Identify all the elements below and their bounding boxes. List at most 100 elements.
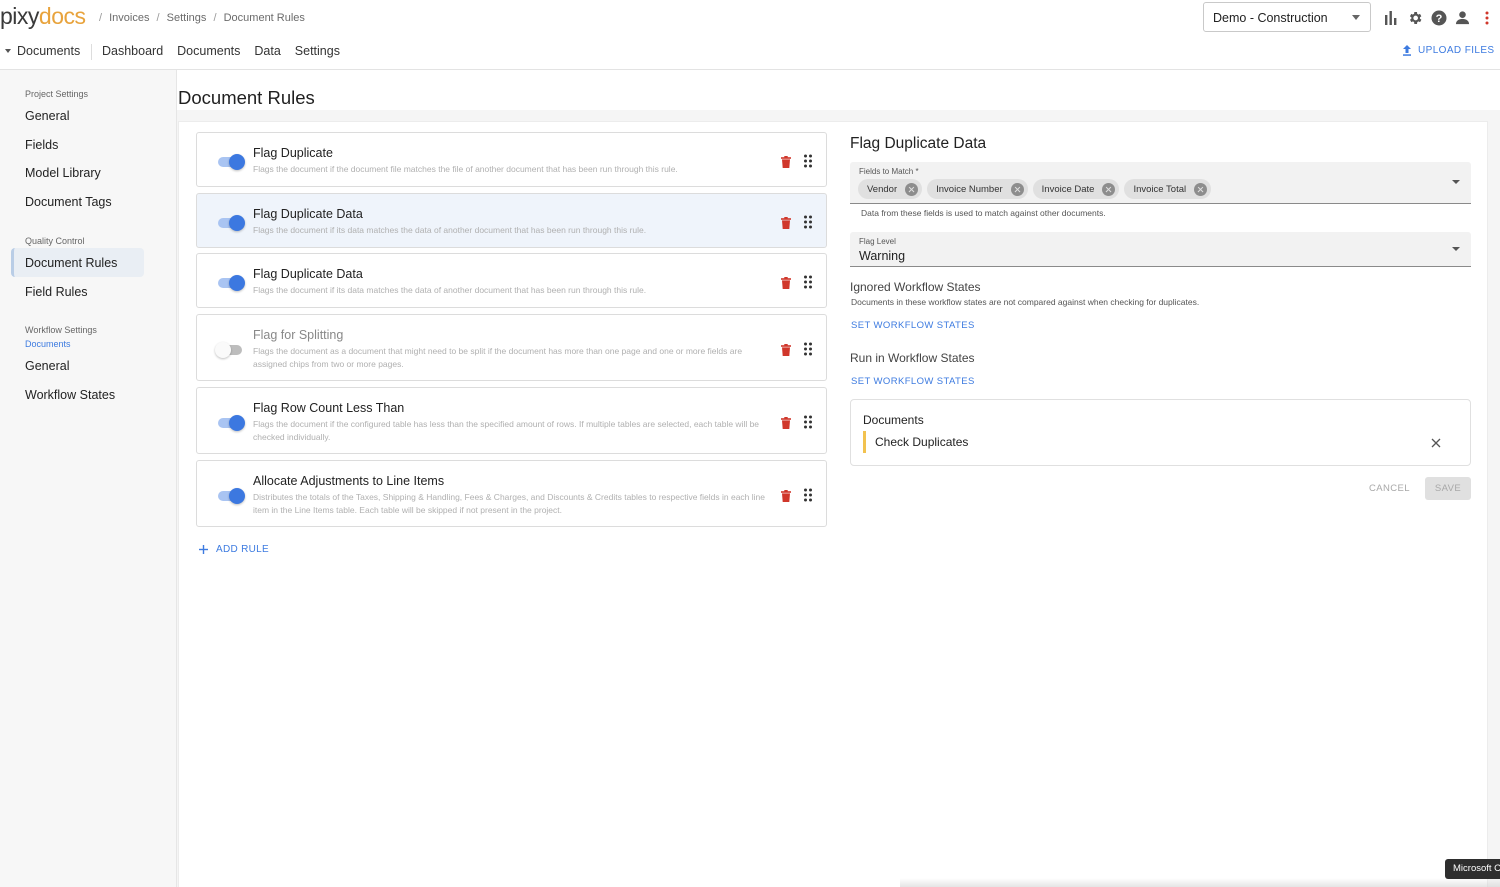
- sidebar-workflow-documents-link[interactable]: Documents: [25, 339, 71, 349]
- rule-description: Flags the document if the document file …: [253, 164, 678, 174]
- rule-title: Flag for Splitting: [253, 328, 344, 342]
- drag-handle-icon[interactable]: [803, 275, 813, 289]
- top-bar: pixydocs / Invoices / Settings / Documen…: [0, 0, 1500, 36]
- close-icon[interactable]: [1431, 435, 1443, 448]
- states-card-title: Documents: [863, 413, 924, 427]
- delete-icon[interactable]: [781, 416, 791, 429]
- sidebar-item-document-tags[interactable]: Document Tags: [25, 195, 112, 209]
- cancel-circle-icon[interactable]: [1194, 182, 1208, 196]
- sidebar-item-workflow-general[interactable]: General: [25, 359, 69, 373]
- pixydocs-logo[interactable]: pixydocs: [0, 3, 86, 30]
- flag-level-select[interactable]: Flag Level Warning: [850, 232, 1471, 267]
- drag-handle-icon[interactable]: [803, 488, 813, 502]
- rule-toggle[interactable]: [216, 154, 245, 170]
- logo-text-docs: docs: [38, 3, 86, 29]
- delete-icon[interactable]: [781, 216, 791, 229]
- rule-toggle[interactable]: [216, 415, 245, 431]
- user-icon[interactable]: [1454, 9, 1471, 26]
- rule-card[interactable]: Flag for Splitting Flags the document as …: [196, 314, 827, 381]
- sidebar-item-general[interactable]: General: [25, 109, 69, 123]
- sidebar-item-document-rules[interactable]: Document Rules: [25, 256, 117, 270]
- nav-bar: Documents Dashboard Documents Data Setti…: [0, 36, 1500, 70]
- rule-card[interactable]: Flag Duplicate Data Flags the document if…: [196, 253, 827, 308]
- chevron-down-icon: [1452, 247, 1460, 251]
- rule-card[interactable]: Flag Duplicate Flags the document if the …: [196, 132, 827, 187]
- toggle-knob: [229, 275, 245, 291]
- rule-toggle[interactable]: [216, 275, 245, 291]
- sidebar-item-fields[interactable]: Fields: [25, 138, 58, 152]
- breadcrumb-settings[interactable]: Settings: [167, 12, 207, 24]
- sidebar-section-workflow-settings: Workflow Settings: [25, 325, 97, 335]
- set-ignored-states-button[interactable]: SET WORKFLOW STATES: [851, 320, 975, 331]
- nav-data[interactable]: Data: [254, 44, 280, 58]
- toggle-knob: [215, 342, 231, 358]
- rule-card[interactable]: Flag Duplicate Data Flags the document if…: [196, 193, 827, 248]
- delete-icon[interactable]: [781, 155, 791, 168]
- nav-dashboard[interactable]: Dashboard: [102, 44, 163, 58]
- rule-toggle[interactable]: [216, 215, 245, 231]
- run-states-title: Run in Workflow States: [850, 351, 975, 365]
- breadcrumb-separator: /: [99, 12, 103, 24]
- delete-icon[interactable]: [781, 276, 791, 289]
- delete-icon[interactable]: [781, 489, 791, 502]
- sidebar-item-field-rules[interactable]: Field Rules: [25, 285, 88, 299]
- drag-handle-icon[interactable]: [803, 215, 813, 229]
- documents-dropdown[interactable]: Documents: [5, 44, 80, 58]
- save-button[interactable]: SAVE: [1425, 477, 1471, 500]
- top-icons: ?: [1382, 9, 1495, 26]
- cancel-circle-icon[interactable]: [1010, 182, 1024, 196]
- ignored-states-desc: Documents in these workflow states are n…: [851, 297, 1200, 307]
- page-title: Document Rules: [178, 87, 315, 108]
- fields-to-match-select[interactable]: Fields to Match * Vendor Invoice Number …: [850, 162, 1471, 204]
- rule-description: Flags the document as a document that mi…: [253, 346, 743, 369]
- rule-description: Flags the document if the configured tab…: [253, 419, 760, 442]
- toggle-knob: [229, 154, 245, 170]
- drag-handle-icon[interactable]: [803, 415, 813, 429]
- documents-dropdown-label: Documents: [17, 44, 81, 58]
- sidebar-item-workflow-states[interactable]: Workflow States: [25, 388, 115, 402]
- chip-vendor: Vendor: [858, 179, 923, 199]
- ignored-states-title: Ignored Workflow States: [850, 280, 981, 294]
- cancel-circle-icon[interactable]: [1102, 182, 1116, 196]
- sidebar-item-model-library[interactable]: Model Library: [25, 166, 101, 180]
- breadcrumb-invoices[interactable]: Invoices: [109, 12, 149, 24]
- rule-toggle[interactable]: [215, 342, 244, 358]
- more-vert-icon[interactable]: [1478, 9, 1495, 26]
- flag-level-label: Flag Level: [859, 237, 896, 246]
- bar-chart-icon[interactable]: [1382, 9, 1399, 26]
- rule-card[interactable]: Allocate Adjustments to Line Items Distri…: [196, 460, 827, 527]
- project-select[interactable]: Demo - Construction: [1203, 2, 1371, 32]
- upload-files-button[interactable]: UPLOAD FILES: [1402, 45, 1495, 56]
- rule-description: Distributes the totals of the Taxes, Shi…: [253, 492, 766, 515]
- nav-settings[interactable]: Settings: [295, 44, 340, 58]
- breadcrumb-separator: /: [213, 12, 217, 24]
- cancel-circle-icon[interactable]: [905, 182, 919, 196]
- cancel-button[interactable]: CANCEL: [1369, 483, 1410, 494]
- chip-invoice-number: Invoice Number: [927, 179, 1028, 199]
- rule-detail-title: Flag Duplicate Data: [850, 135, 987, 152]
- plus-icon: [199, 545, 208, 554]
- sidebar-section-project-settings: Project Settings: [25, 89, 89, 99]
- delete-icon[interactable]: [781, 343, 791, 356]
- drag-handle-icon[interactable]: [803, 154, 813, 168]
- rule-title: Flag Duplicate Data: [253, 267, 363, 281]
- toggle-knob: [229, 215, 245, 231]
- help-icon[interactable]: ?: [1430, 9, 1447, 26]
- chip-invoice-total: Invoice Total: [1124, 179, 1212, 199]
- rule-card[interactable]: Flag Row Count Less Than Flags the docume…: [196, 387, 827, 454]
- set-run-states-button[interactable]: SET WORKFLOW STATES: [851, 376, 975, 387]
- rule-description: Flags the document if its data matches t…: [253, 225, 647, 235]
- gear-icon[interactable]: [1406, 9, 1423, 26]
- caret-down-icon: [5, 49, 11, 53]
- rule-title: Flag Duplicate: [253, 146, 333, 160]
- taskbar-tooltip: Microsoft C: [1445, 859, 1500, 879]
- chip-invoice-date: Invoice Date: [1032, 179, 1120, 199]
- rule-toggle[interactable]: [216, 488, 245, 504]
- chip-label: Invoice Total: [1133, 183, 1187, 195]
- nav-documents[interactable]: Documents: [177, 44, 240, 58]
- drag-handle-icon[interactable]: [803, 342, 813, 356]
- add-rule-button[interactable]: ADD RULE: [199, 544, 269, 555]
- chip-label: Vendor: [867, 183, 898, 195]
- fields-to-match-label: Fields to Match *: [859, 167, 919, 176]
- rule-title: Allocate Adjustments to Line Items: [253, 474, 445, 488]
